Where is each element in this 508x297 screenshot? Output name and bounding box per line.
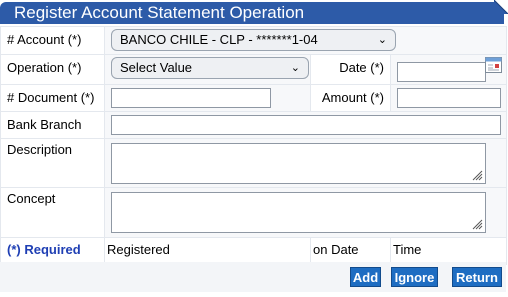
- time-label: Time: [389, 237, 508, 265]
- operation-label: Operation (*): [0, 54, 105, 85]
- amount-cell: [389, 84, 508, 112]
- date-input[interactable]: [397, 62, 486, 82]
- add-button[interactable]: Add: [350, 267, 381, 287]
- account-cell: BANCO CHILE - CLP - *******1-04 ⌄: [103, 26, 508, 55]
- amount-label: Amount (*): [310, 84, 391, 112]
- return-button[interactable]: Return: [452, 267, 502, 287]
- chevron-down-icon: ⌄: [290, 62, 300, 74]
- chevron-down-icon: ⌄: [377, 34, 387, 46]
- branch-cell: [103, 111, 508, 139]
- resize-grip-icon[interactable]: [471, 169, 483, 181]
- operation-select[interactable]: Select Value ⌄: [111, 57, 309, 79]
- panel-title: Register Account Statement Operation: [14, 3, 305, 22]
- concept-textarea[interactable]: [111, 192, 486, 233]
- operation-form: # Account (*) BANCO CHILE - CLP - ******…: [0, 26, 508, 265]
- description-cell: [103, 138, 508, 188]
- calendar-icon[interactable]: [485, 57, 503, 73]
- register-operation-panel: Register Account Statement Operation # A…: [0, 0, 508, 297]
- resize-grip-icon[interactable]: [471, 218, 483, 230]
- date-cell: [389, 54, 508, 85]
- document-cell: [104, 84, 311, 112]
- on-date-label: on Date: [310, 237, 391, 265]
- title-bar: Register Account Statement Operation: [0, 2, 504, 24]
- bank-branch-input[interactable]: [111, 115, 501, 135]
- description-textarea[interactable]: [111, 143, 486, 184]
- registered-label: Registered: [104, 237, 311, 265]
- action-bar: Add Ignore Return: [0, 262, 506, 292]
- ignore-button[interactable]: Ignore: [391, 267, 438, 287]
- concept-label: Concept: [0, 187, 105, 238]
- required-note: (*) Required: [0, 237, 105, 265]
- document-input[interactable]: [111, 88, 271, 108]
- branch-label: Bank Branch: [0, 111, 105, 139]
- account-select[interactable]: BANCO CHILE - CLP - *******1-04 ⌄: [111, 29, 396, 51]
- document-label: # Document (*): [0, 84, 105, 112]
- operation-cell: Select Value ⌄: [104, 54, 311, 85]
- amount-input[interactable]: [397, 88, 501, 108]
- operation-selected-value: Select Value: [120, 60, 193, 75]
- corner-fold-icon: [494, 0, 508, 14]
- account-label: # Account (*): [0, 26, 105, 55]
- account-selected-value: BANCO CHILE - CLP - *******1-04: [120, 32, 318, 47]
- date-label: Date (*): [310, 54, 391, 85]
- concept-cell: [103, 187, 508, 238]
- description-label: Description: [0, 138, 105, 188]
